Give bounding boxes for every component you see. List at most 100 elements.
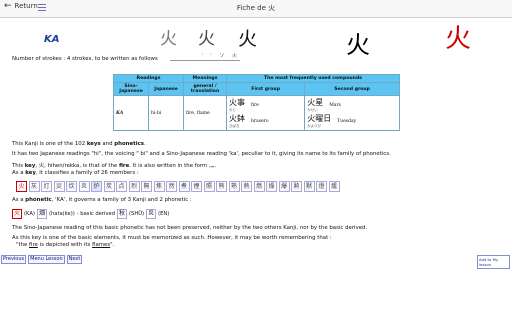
key-family-kanji[interactable]: 炭 [103, 181, 115, 192]
key-family-kanji[interactable]: 煮 [178, 181, 190, 192]
text-line-mnemonic: "the fire is depicted with its flames". [16, 242, 114, 248]
fire-link[interactable]: fire [29, 242, 38, 248]
flames-link[interactable]: flames [92, 242, 110, 248]
phonetic-kanji[interactable]: 畑 [36, 209, 47, 219]
compound-reading: ひばち [229, 124, 240, 128]
key-family-kanji[interactable]: 熟 [228, 181, 240, 192]
fire-word: fire [118, 163, 130, 169]
sino-subheader: Sino-Japanese [113, 82, 149, 96]
compound-translation: Tuesday [337, 118, 357, 124]
key-family-kanji[interactable]: 燈 [316, 181, 327, 192]
top-bar: ← Return Fiche de 火 [0, 0, 512, 18]
basic-derived-label: - basic derived [76, 211, 116, 217]
key-family-kanji[interactable]: 無 [141, 181, 152, 192]
kanji-large: 火 [346, 31, 370, 59]
compound-item: 火星 かせい Mars [307, 97, 397, 113]
key-family-kanji[interactable]: 焦 [153, 181, 165, 192]
key-family-kanji[interactable]: 灰 [28, 181, 40, 192]
stroke-sequence: ' ' ソ 火 [170, 52, 240, 61]
phonetic-family-row: 火 (KA) 畑 (hata(ke)) - basic derived 秋 (S… [12, 209, 169, 219]
on-cell: KA [113, 95, 149, 131]
compounds-header: The most frequently used compounds [226, 74, 400, 83]
compound-word: 火事 [229, 98, 245, 107]
compound-word: 火星 [307, 98, 324, 107]
text-segment: . It is also written in the form ⺣. [129, 163, 217, 169]
text-segment: . [143, 141, 146, 147]
key-family-kanji[interactable]: 黙 [303, 181, 315, 192]
next-button[interactable]: Next [66, 255, 83, 264]
meaning-cell: fire, flame [183, 95, 227, 131]
key-family-kanji[interactable]: 灯 [41, 181, 52, 192]
text-segment: is depicted with its [37, 242, 93, 248]
compound-item: 火鉢 ひばち brasero [229, 113, 302, 129]
text-segment: , it classifies a family of 26 members : [35, 170, 139, 176]
phonetic-link[interactable]: phonetic [25, 197, 52, 203]
key-family-kanji[interactable]: 煙 [191, 181, 202, 192]
meanings-header: Meanings [183, 74, 227, 83]
second-group-subheader: Second group [304, 82, 400, 96]
first-group-subheader: First group [225, 82, 306, 96]
key-family-kanji[interactable]: 炎 [78, 181, 90, 192]
key-family-kanji[interactable]: 爐 [328, 181, 340, 192]
text-segment: As a [12, 170, 26, 176]
key-family-list: 火灰灯災炊炎炉炭点烈無焦然煮煙照熊熟熱燃燥爆勲黙燈爐 [16, 181, 340, 192]
text-line-sino: The Sino-Japanese reading of this basic … [12, 225, 368, 231]
text-segment: As a [12, 197, 26, 203]
key-family-kanji[interactable]: 烈 [128, 181, 140, 192]
key-family-kanji[interactable]: 炉 [91, 181, 102, 192]
compound-translation: Mars [329, 102, 341, 108]
strokes-text: Number of strokes : 4 strokes, to be wri… [12, 56, 158, 62]
text-segment: , 'KA', it governs a family of 3 Kanji a… [51, 197, 192, 203]
key-family-kanji[interactable]: 点 [116, 181, 127, 192]
key-family-kanji[interactable]: 炊 [66, 181, 77, 192]
kanji-red: 火 [445, 24, 472, 54]
phonetics-link[interactable]: phonetics [114, 141, 144, 147]
phonetic-kanji[interactable]: 火 [12, 209, 23, 219]
lesson-nav: Previous Menu Lesson Next [1, 255, 83, 264]
compound-word: 火鉢 [229, 114, 245, 123]
key-family-kanji[interactable]: 照 [203, 181, 215, 192]
text-line-key-form: This key, 火, hihen/rekka, is that of the… [12, 161, 216, 169]
phonetic-reading: (SHŪ) [129, 211, 145, 217]
text-segment: ". [110, 242, 115, 248]
phonetic-kanji[interactable]: 秋 [117, 209, 128, 219]
readings-header: Readings [113, 74, 184, 83]
key-family-kanji[interactable]: 然 [166, 181, 177, 192]
key-family-kanji[interactable]: 熊 [216, 181, 227, 192]
key-link[interactable]: key [25, 170, 36, 176]
key-family-kanji[interactable]: 災 [53, 181, 65, 192]
key-family-kanji[interactable]: 勲 [291, 181, 302, 192]
key-family-kanji[interactable]: 火 [16, 181, 27, 192]
text-segment: and [100, 141, 115, 147]
previous-button[interactable]: Previous [1, 255, 27, 264]
phonetic-reading: (hata(ke)) [48, 211, 75, 217]
page-title: Fiche de 火 [236, 4, 276, 12]
text-line-keys: This Kanji is one of the 102 keys and ph… [12, 141, 146, 147]
menu-lesson-button[interactable]: Menu Lesson [28, 255, 65, 264]
key-family-kanji[interactable]: 熱 [241, 181, 252, 192]
text-segment: This Kanji is one of the 102 [12, 141, 87, 147]
key-family-kanji[interactable]: 燥 [266, 181, 277, 192]
key-family-kanji[interactable]: 爆 [278, 181, 290, 192]
phonetic-reading: (KA) [24, 211, 35, 217]
japanese-subheader: Japanese [148, 82, 184, 96]
text-segment: This [12, 163, 25, 169]
compound-word: 火曜日 [307, 114, 332, 123]
text-segment: "the [16, 242, 30, 248]
kun-cell: hi-bi [148, 95, 184, 131]
phonetic-reading: (EN) [158, 211, 170, 217]
add-to-lesson-button[interactable]: Add to My lesson [477, 255, 510, 269]
compound-item: 火曜日 かようび Tuesday [307, 113, 397, 129]
text-segment: , 火, hihen/rekka, is that of the [35, 163, 119, 169]
keys-link[interactable]: keys [87, 141, 101, 147]
compound-reading: かようび [307, 124, 322, 128]
text-line-phonetic: As a phonetic, 'KA', it governs a family… [12, 197, 192, 203]
text-line-memorize: As this key is one of the basic elements… [12, 235, 332, 241]
text-line-readings: It has two Japanese readings "hi", the v… [12, 151, 391, 157]
on-reading: KA [44, 34, 60, 45]
compound-item: 火事 かじ fire [229, 97, 302, 113]
key-family-kanji[interactable]: 燃 [253, 181, 265, 192]
key-link[interactable]: key [25, 163, 36, 169]
phonetic-kanji[interactable]: 炎 [146, 209, 157, 219]
kanji-pen: 火 [198, 29, 215, 49]
